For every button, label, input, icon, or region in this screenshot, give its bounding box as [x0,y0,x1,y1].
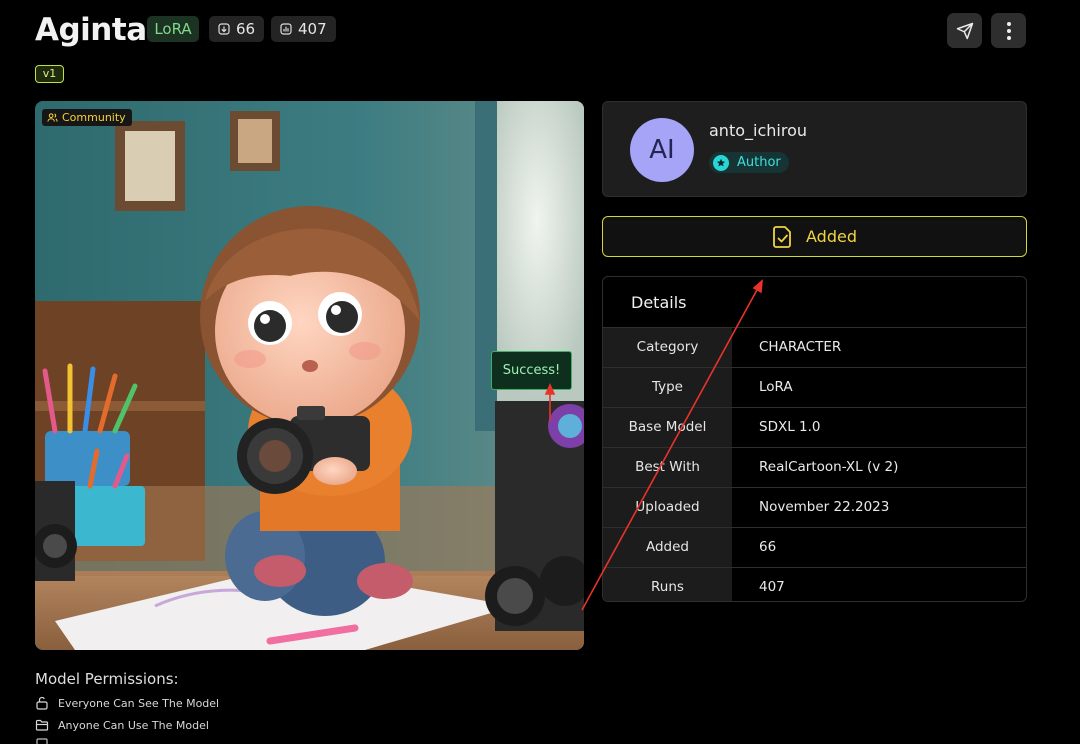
details-key: Best With [603,448,732,487]
unlock-icon [36,696,48,710]
file-check-icon [773,225,791,248]
users-icon [47,113,58,122]
details-panel: Details Category CHARACTER Type LoRA Base … [602,276,1027,602]
author-role-badge: Author [709,152,789,173]
details-row: Base Model SDXL 1.0 [603,408,1026,448]
community-tag: Community [42,109,132,126]
details-key: Category [603,328,732,367]
success-toast: Success! [491,351,572,390]
permission-item: Everyone Can See The Model [35,696,219,710]
bar-chart-icon [280,23,292,35]
details-value: 407 [759,579,785,595]
permission-item: Anyone Can Use The Model [35,718,209,732]
details-key: Runs [603,568,732,601]
download-count-icon [218,23,230,35]
version-badge[interactable]: v1 [35,65,64,83]
details-key: Uploaded [603,488,732,527]
avatar[interactable]: AI [630,118,694,182]
permission-label: Everyone Can See The Model [58,696,220,710]
details-key: Added [603,528,732,567]
details-heading: Details [603,277,1026,328]
details-row: Uploaded November 22.2023 [603,488,1026,528]
details-row: Runs 407 [603,568,1026,601]
details-value[interactable]: RealCartoon-XL (v 2) [732,448,1026,487]
details-row: Type LoRA [603,368,1026,408]
author-name[interactable]: anto_ichirou [709,121,807,140]
community-tag-label: Community [62,111,126,124]
details-row: Category CHARACTER [603,328,1026,368]
more-vertical-icon [1006,21,1011,40]
star-icon [713,154,729,171]
added-button-label: Added [806,227,857,246]
details-value[interactable]: SDXL 1.0 [732,408,1026,447]
permissions-heading: Model Permissions: [35,670,179,688]
author-role-label: Author [737,155,781,170]
details-row: Added 66 [603,528,1026,568]
type-badge: LoRA [147,16,199,42]
details-key: Base Model [603,408,732,447]
downloads-count: 66 [236,20,256,38]
permission-label: Anyone Can Use The Model [58,718,209,732]
details-value: 66 [759,539,777,555]
folder-icon [35,719,49,731]
runs-badge: 407 [271,16,336,42]
details-row: Best With RealCartoon-XL (v 2) [603,448,1026,488]
permission-partial-icon [36,738,48,744]
details-key: Type [603,368,732,407]
downloads-badge: 66 [209,16,265,42]
model-title: Aginta [35,12,147,48]
author-card[interactable]: AI anto_ichirou Author [602,101,1027,197]
more-options-button[interactable] [991,13,1026,48]
runs-count: 407 [298,20,327,38]
send-icon [956,22,973,39]
details-value: CHARACTER [759,339,842,355]
details-value: LoRA [759,379,793,395]
share-button[interactable] [947,13,982,48]
details-value: November 22.2023 [759,499,890,515]
added-button[interactable]: Added [602,216,1027,257]
